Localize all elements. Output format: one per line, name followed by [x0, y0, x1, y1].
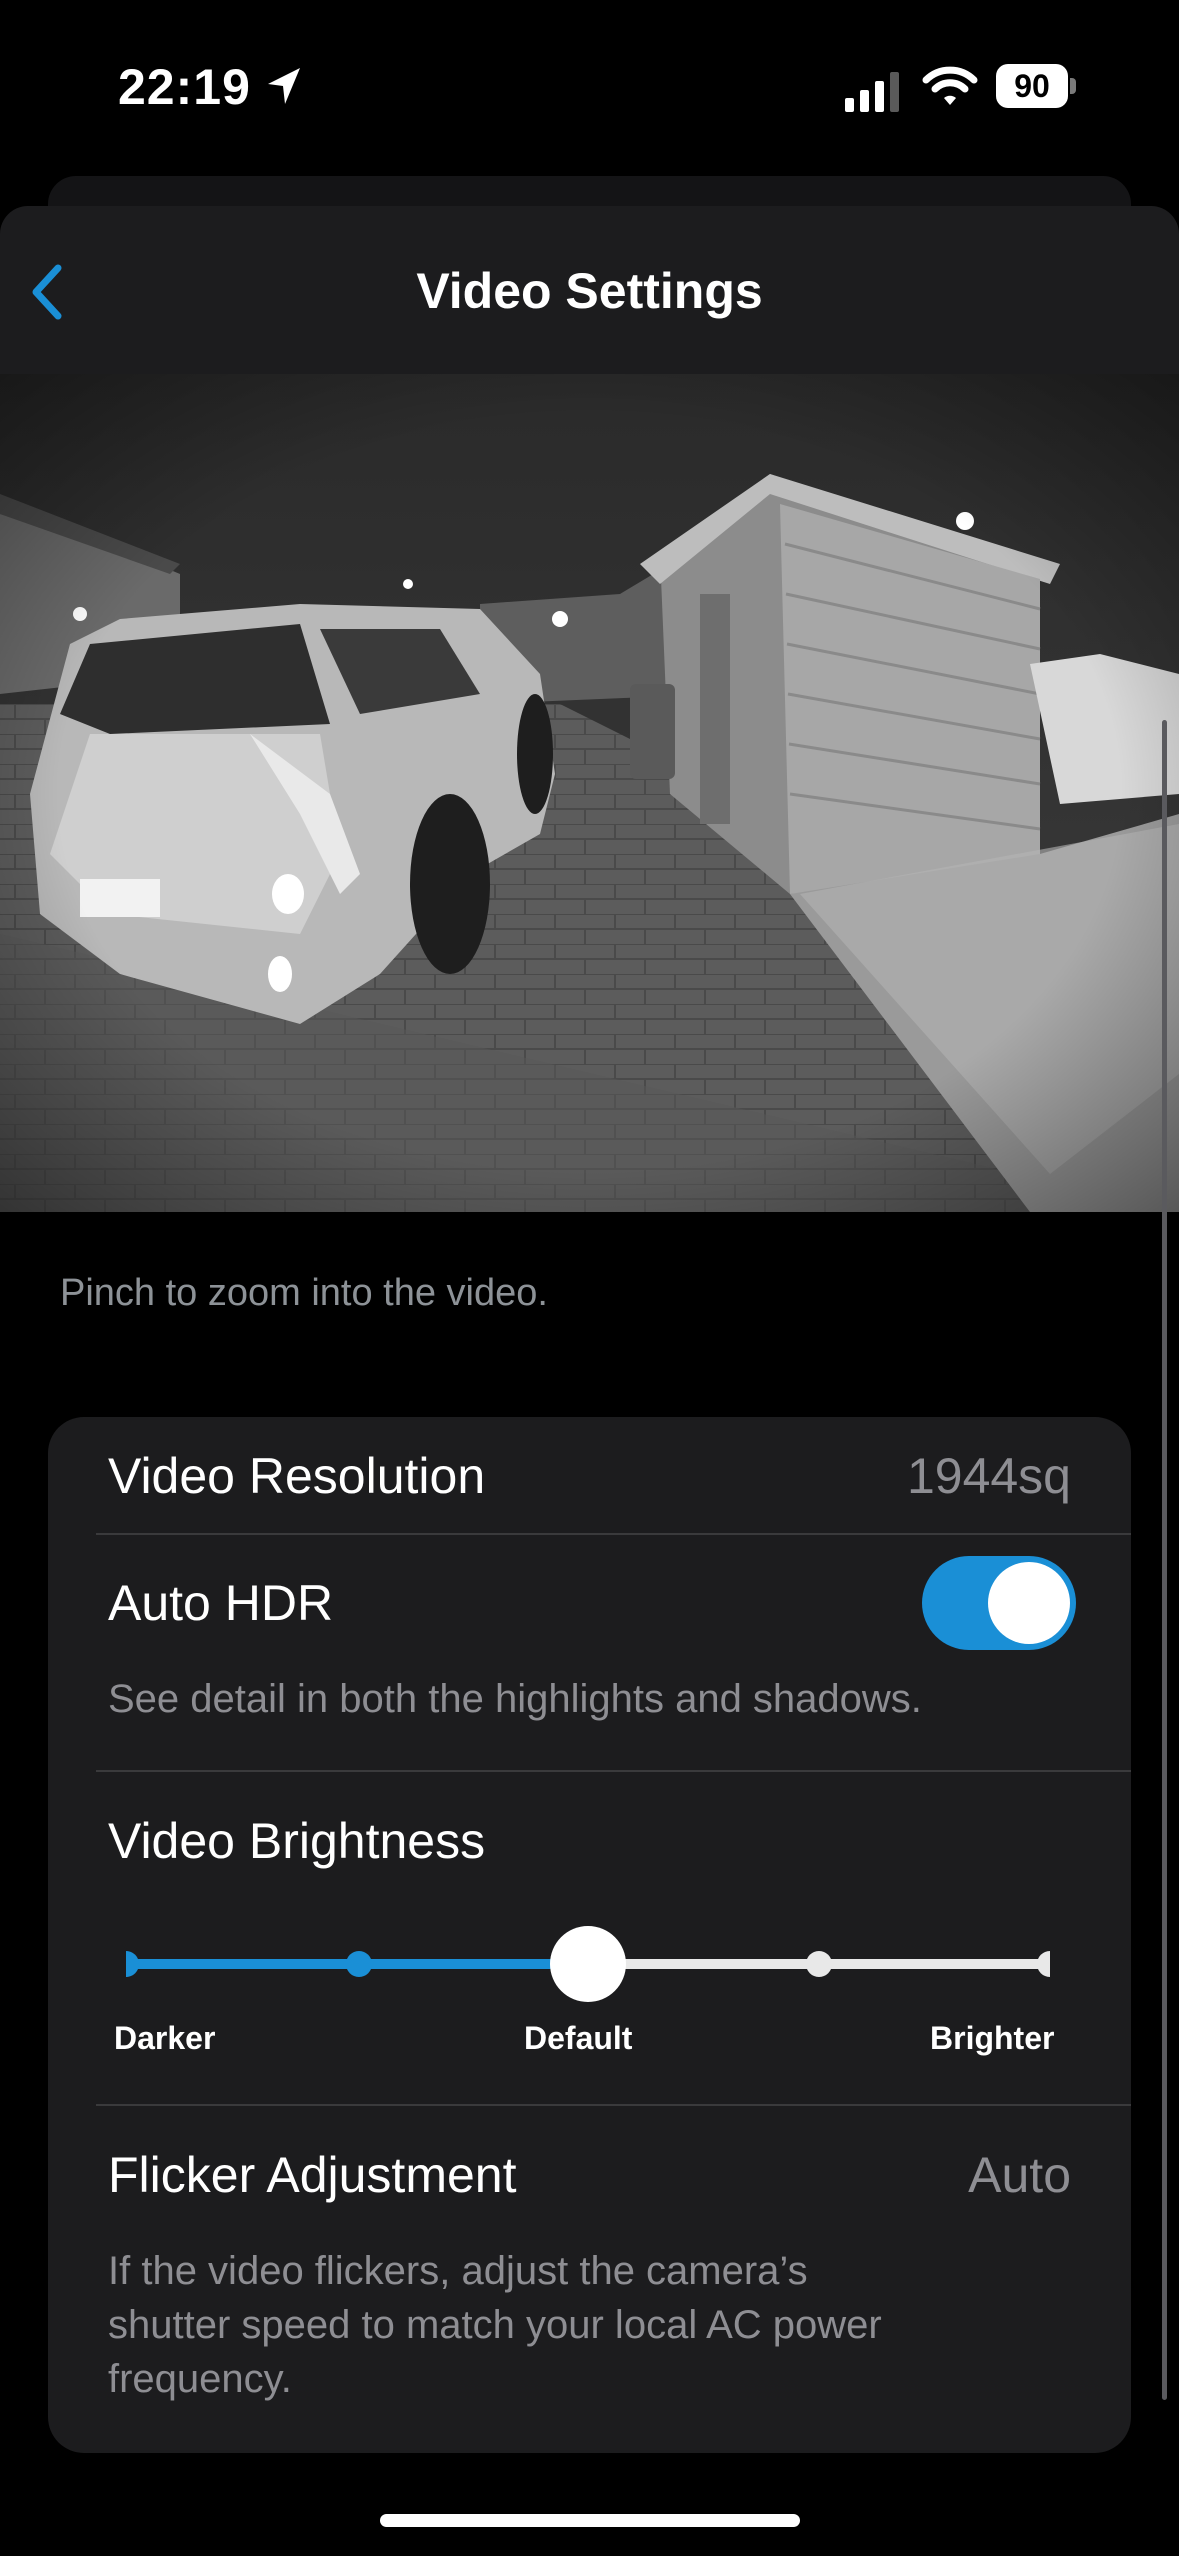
cellular-signal-icon [845, 72, 899, 112]
divider [96, 1533, 1131, 1535]
brightness-mid-label: Default [524, 2020, 633, 2056]
slider-step-dot [126, 1951, 139, 1977]
zoom-hint: Pinch to zoom into the video. [60, 1272, 548, 1314]
slider-step-dot [1037, 1951, 1050, 1977]
video-preview[interactable] [0, 374, 1179, 1212]
page-title: Video Settings [416, 263, 763, 319]
slider-step-dot [346, 1951, 372, 1977]
flicker-adjustment-label: Flicker Adjustment [108, 2147, 517, 2203]
status-time: 22:19 [118, 59, 251, 115]
battery-level: 90 [996, 64, 1068, 108]
battery-icon: 90 [996, 64, 1076, 108]
auto-hdr-label: Auto HDR [108, 1575, 334, 1631]
flicker-description-line-3: frequency. [108, 2357, 292, 2401]
home-indicator[interactable] [380, 2514, 800, 2527]
divider [96, 1770, 1131, 1772]
video-resolution-value: 1944sq [906, 1448, 1071, 1504]
brightness-min-label: Darker [114, 2020, 216, 2056]
video-brightness-slider[interactable] [126, 1926, 1050, 2026]
wifi-icon [922, 66, 978, 105]
video-resolution-label: Video Resolution [108, 1448, 486, 1504]
auto-hdr-toggle[interactable] [922, 1556, 1076, 1650]
toggle-knob [988, 1562, 1070, 1644]
flicker-description-line-1: If the video flickers, adjust the camera… [108, 2249, 808, 2293]
video-brightness-label: Video Brightness [108, 1813, 486, 1869]
location-arrow-icon [268, 68, 300, 104]
scrollbar[interactable] [1162, 720, 1167, 2400]
flicker-adjustment-value: Auto [968, 2147, 1071, 2203]
auto-hdr-description: See detail in both the highlights and sh… [108, 1677, 922, 1721]
flicker-description-line-2: shutter speed to match your local AC pow… [108, 2303, 882, 2347]
camera-feed-image [0, 374, 1179, 1212]
slider-thumb [550, 1926, 626, 2002]
brightness-max-label: Brighter [930, 2020, 1055, 2056]
slider-step-dot [806, 1951, 832, 1977]
